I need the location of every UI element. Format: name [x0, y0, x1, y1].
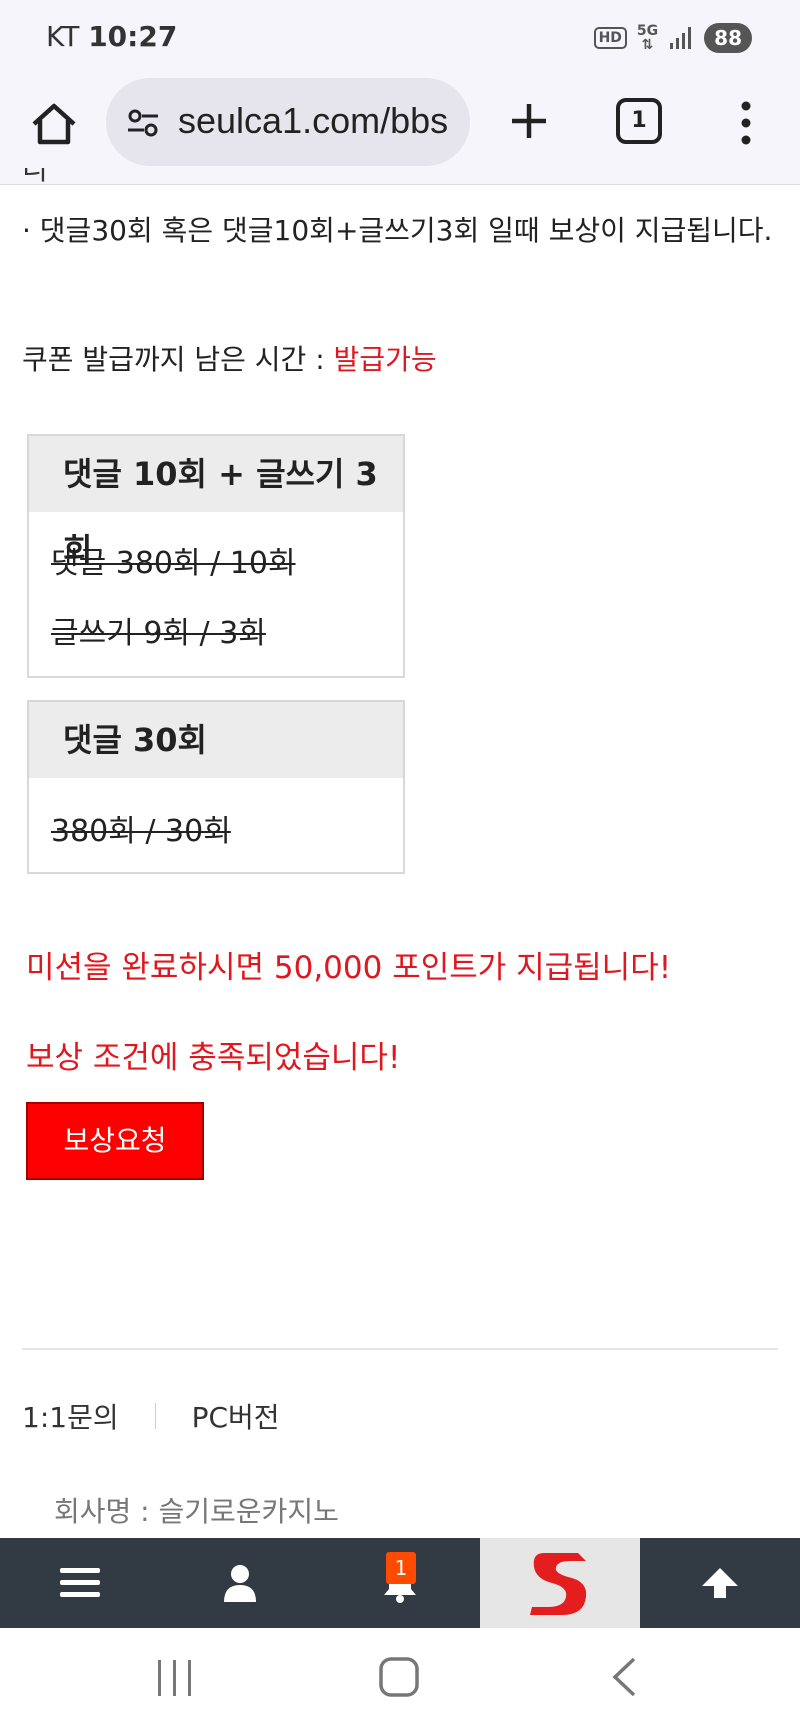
clock: 10:27 — [88, 20, 178, 53]
status-time: KT 10:27 — [46, 20, 177, 53]
scroll-top-button[interactable] — [640, 1538, 800, 1628]
home-nav-icon[interactable] — [378, 1656, 420, 1698]
reward-request-button[interactable]: 보상요청 — [26, 1102, 204, 1180]
mission-box-title: 댓글 10회 + 글쓰기 3회 — [29, 436, 403, 569]
back-icon[interactable] — [610, 1656, 638, 1698]
footer-separator — [154, 1403, 156, 1429]
mission-box-comment: 댓글 30회 380회 / 30회 — [27, 700, 405, 874]
profile-button[interactable] — [160, 1538, 320, 1628]
hd-icon: HD — [593, 27, 627, 49]
site-settings-icon[interactable] — [126, 106, 160, 140]
mission-row-comments: 댓글 380회 / 10회 — [51, 546, 296, 581]
menu-button[interactable] — [0, 1538, 160, 1628]
more-menu-icon[interactable] — [736, 98, 756, 148]
footer-divider — [22, 1348, 778, 1350]
user-icon — [224, 1565, 256, 1602]
mission-row-comments: 380회 / 30회 — [51, 814, 231, 849]
condition-met-message: 보상 조건에 충족되었습니다! — [26, 1040, 401, 1076]
mission-message: 미션을 완료하시면 50,000 포인트가 지급됩니다! — [26, 950, 672, 986]
signal-icon — [670, 27, 692, 49]
notification-badge: 1 — [386, 1552, 416, 1584]
site-logo-button[interactable] — [480, 1538, 640, 1628]
mission-box-comment-post: 댓글 10회 + 글쓰기 3회 댓글 380회 / 10회 글쓰기 9회 / 3… — [27, 434, 405, 678]
recent-apps-icon[interactable] — [156, 1658, 194, 1698]
status-icons: HD 5G ⇅ 88 — [593, 20, 752, 56]
footer-links: 1:1문의 PC버전 — [22, 1396, 280, 1436]
address-bar[interactable]: seulca1.com/bbs — [106, 78, 470, 166]
inquiry-link[interactable]: 1:1문의 — [22, 1396, 119, 1436]
pc-version-link[interactable]: PC버전 — [192, 1396, 280, 1436]
coupon-label: 쿠폰 발급까지 남은 시간 : — [22, 343, 334, 376]
5g-icon: 5G ⇅ — [636, 23, 659, 53]
condition-text: · 댓글30회 혹은 댓글10회+글쓰기3회 일때 보상이 지급됩니다. — [22, 214, 773, 247]
status-bar: KT 10:27 HD 5G ⇅ 88 — [0, 0, 800, 76]
arrow-up-icon — [702, 1568, 738, 1598]
tab-switcher-button[interactable]: 1 — [616, 98, 662, 144]
hamburger-icon — [60, 1568, 100, 1597]
home-icon[interactable] — [28, 98, 80, 150]
carrier: KT — [46, 20, 80, 53]
company-info: 회사명 : 슬기로운카지노 — [54, 1495, 339, 1528]
mission-box-title: 댓글 30회 — [29, 702, 403, 778]
mission-row-posts: 글쓰기 9회 / 3회 — [51, 616, 266, 651]
url-text[interactable]: seulca1.com/bbs — [178, 100, 448, 142]
new-tab-icon[interactable] — [504, 96, 554, 146]
battery-indicator: 88 — [704, 23, 752, 53]
coupon-status: 발급가능 — [333, 343, 437, 376]
s-logo-icon — [530, 1553, 587, 1615]
system-nav — [0, 1628, 800, 1734]
coupon-timer: 쿠폰 발급까지 남은 시간 : 발급가능 — [22, 338, 437, 378]
browser-toolbar: seulca1.com/bbs 1 — [0, 76, 800, 185]
clipped-text: 니다. — [22, 168, 48, 186]
